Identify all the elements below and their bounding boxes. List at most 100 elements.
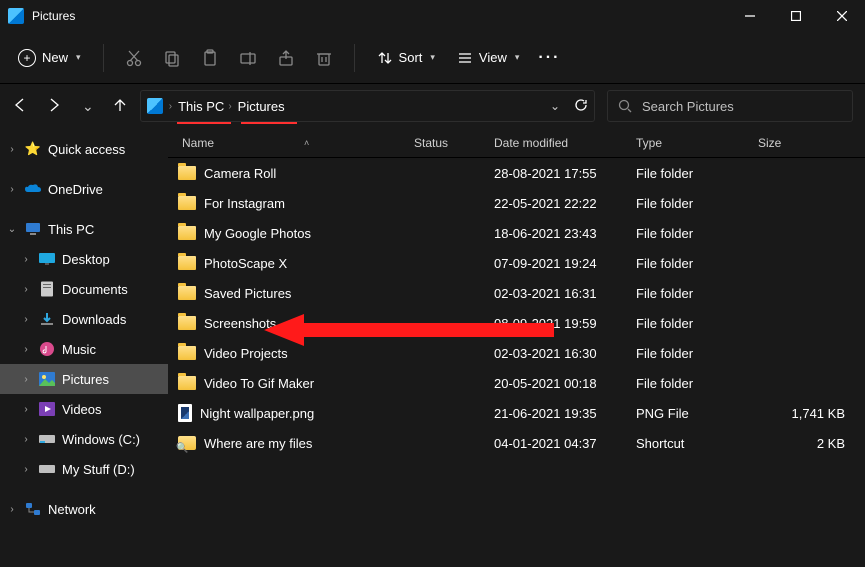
chevron-down-icon: ▾	[430, 52, 435, 63]
paste-icon[interactable]	[194, 42, 226, 74]
more-button[interactable]: ···	[533, 42, 565, 74]
sidebar-item-quick-access[interactable]: › ⭐ Quick access	[0, 134, 168, 164]
separator	[354, 44, 355, 72]
search-input[interactable]: Search Pictures	[607, 90, 853, 122]
file-row[interactable]: Night wallpaper.png21-06-2021 19:35PNG F…	[168, 398, 865, 428]
sidebar-item-this-pc[interactable]: ⌄ This PC	[0, 214, 168, 244]
file-type: File folder	[636, 226, 758, 241]
file-name: Night wallpaper.png	[200, 406, 314, 421]
chevron-down-icon: ▾	[76, 52, 81, 63]
videos-icon	[38, 400, 56, 418]
png-icon	[178, 404, 192, 422]
window-title: Pictures	[32, 9, 75, 23]
file-type: File folder	[636, 346, 758, 361]
sidebar-item-pictures[interactable]: › Pictures	[0, 364, 168, 394]
sidebar-item-documents[interactable]: › Documents	[0, 274, 168, 304]
chevron-down-icon[interactable]: ⌄	[6, 224, 18, 235]
close-button[interactable]	[819, 0, 865, 32]
cut-icon[interactable]	[118, 42, 150, 74]
breadcrumb-this-pc[interactable]: This PC ›	[178, 99, 232, 114]
chevron-right-icon[interactable]: ›	[6, 144, 18, 155]
navigation-row: ⌄ › This PC › Pictures ⌄ Search Pictures	[0, 84, 865, 128]
chevron-right-icon[interactable]: ›	[20, 374, 32, 385]
file-date: 02-03-2021 16:31	[494, 286, 636, 301]
file-row[interactable]: Video To Gif Maker20-05-2021 00:18File f…	[168, 368, 865, 398]
back-button[interactable]	[12, 97, 28, 116]
file-row[interactable]: For Instagram22-05-2021 22:22File folder	[168, 188, 865, 218]
file-row[interactable]: Camera Roll28-08-2021 17:55File folder	[168, 158, 865, 188]
file-date: 18-06-2021 23:43	[494, 226, 636, 241]
chevron-right-icon[interactable]: ›	[20, 464, 32, 475]
file-name: Screenshots	[204, 316, 276, 331]
file-row[interactable]: PhotoScape X07-09-2021 19:24File folder	[168, 248, 865, 278]
column-name[interactable]: Name ˄	[168, 136, 414, 150]
share-icon[interactable]	[270, 42, 302, 74]
chevron-right-icon[interactable]: ›	[20, 434, 32, 445]
chevron-right-icon[interactable]: ›	[20, 254, 32, 265]
view-button[interactable]: View ▾	[449, 46, 527, 70]
file-name: Video To Gif Maker	[204, 376, 314, 391]
column-size[interactable]: Size	[758, 136, 865, 150]
forward-button[interactable]	[46, 97, 62, 116]
chevron-right-icon[interactable]: ›	[20, 284, 32, 295]
address-dropdown[interactable]: ⌄	[550, 99, 560, 113]
sidebar-item-music[interactable]: › Music	[0, 334, 168, 364]
chevron-right-icon[interactable]: ›	[20, 404, 32, 415]
file-date: 08-09-2021 19:59	[494, 316, 636, 331]
sidebar-item-onedrive[interactable]: › OneDrive	[0, 174, 168, 204]
rename-icon[interactable]	[232, 42, 264, 74]
column-type[interactable]: Type	[636, 136, 758, 150]
breadcrumb-pictures[interactable]: Pictures	[238, 99, 285, 114]
file-name: Saved Pictures	[204, 286, 291, 301]
address-bar[interactable]: › This PC › Pictures ⌄	[140, 90, 595, 122]
sidebar-item-network[interactable]: › Network	[0, 494, 168, 524]
sidebar-item-videos[interactable]: › Videos	[0, 394, 168, 424]
up-button[interactable]	[112, 97, 128, 116]
recent-dropdown[interactable]: ⌄	[82, 98, 94, 115]
network-icon	[24, 500, 42, 518]
file-row[interactable]: Saved Pictures 02-03-2021 16:31File folde…	[168, 278, 865, 308]
file-size: 2 KB	[758, 436, 865, 451]
file-type: File folder	[636, 316, 758, 331]
file-row[interactable]: My Google Photos18-06-2021 23:43File fol…	[168, 218, 865, 248]
documents-icon	[38, 280, 56, 298]
file-date: 28-08-2021 17:55	[494, 166, 636, 181]
file-name: PhotoScape X	[204, 256, 287, 271]
file-list-pane: Name ˄ Status Date modified Type Size Ca…	[168, 128, 865, 567]
file-type: File folder	[636, 286, 758, 301]
sidebar-item-my-stuff-d[interactable]: › My Stuff (D:)	[0, 454, 168, 484]
cloud-icon	[24, 180, 42, 198]
sidebar-item-desktop[interactable]: › Desktop	[0, 244, 168, 274]
view-label: View	[479, 50, 507, 65]
sidebar-item-downloads[interactable]: › Downloads	[0, 304, 168, 334]
delete-icon[interactable]	[308, 42, 340, 74]
file-type: Shortcut	[636, 436, 758, 451]
file-type: File folder	[636, 166, 758, 181]
annotation-underline	[241, 122, 297, 124]
new-label: New	[42, 50, 68, 65]
sort-indicator-icon: ˄	[304, 138, 309, 148]
file-row[interactable]: Where are my files04-01-2021 04:37Shortc…	[168, 428, 865, 458]
sort-button[interactable]: Sort ▾	[369, 46, 443, 70]
column-status[interactable]: Status	[414, 136, 494, 150]
file-size: 1,741 KB	[758, 406, 865, 421]
chevron-right-icon[interactable]: ›	[6, 184, 18, 195]
maximize-button[interactable]	[773, 0, 819, 32]
sidebar-item-windows-c[interactable]: › Windows (C:)	[0, 424, 168, 454]
new-button[interactable]: + New ▾	[10, 45, 89, 71]
chevron-right-icon[interactable]: ›	[20, 344, 32, 355]
file-date: 04-01-2021 04:37	[494, 436, 636, 451]
chevron-right-icon[interactable]: ›	[20, 314, 32, 325]
refresh-button[interactable]	[574, 98, 588, 115]
file-name: For Instagram	[204, 196, 285, 211]
drive-icon	[38, 460, 56, 478]
downloads-icon	[38, 310, 56, 328]
file-date: 22-05-2021 22:22	[494, 196, 636, 211]
column-date[interactable]: Date modified	[494, 136, 636, 150]
copy-icon[interactable]	[156, 42, 188, 74]
file-row[interactable]: Video Projects02-03-2021 16:30File folde…	[168, 338, 865, 368]
minimize-button[interactable]	[727, 0, 773, 32]
folder-icon	[178, 226, 196, 240]
file-row[interactable]: Screenshots 08-09-2021 19:59File folder	[168, 308, 865, 338]
chevron-right-icon[interactable]: ›	[6, 504, 18, 515]
